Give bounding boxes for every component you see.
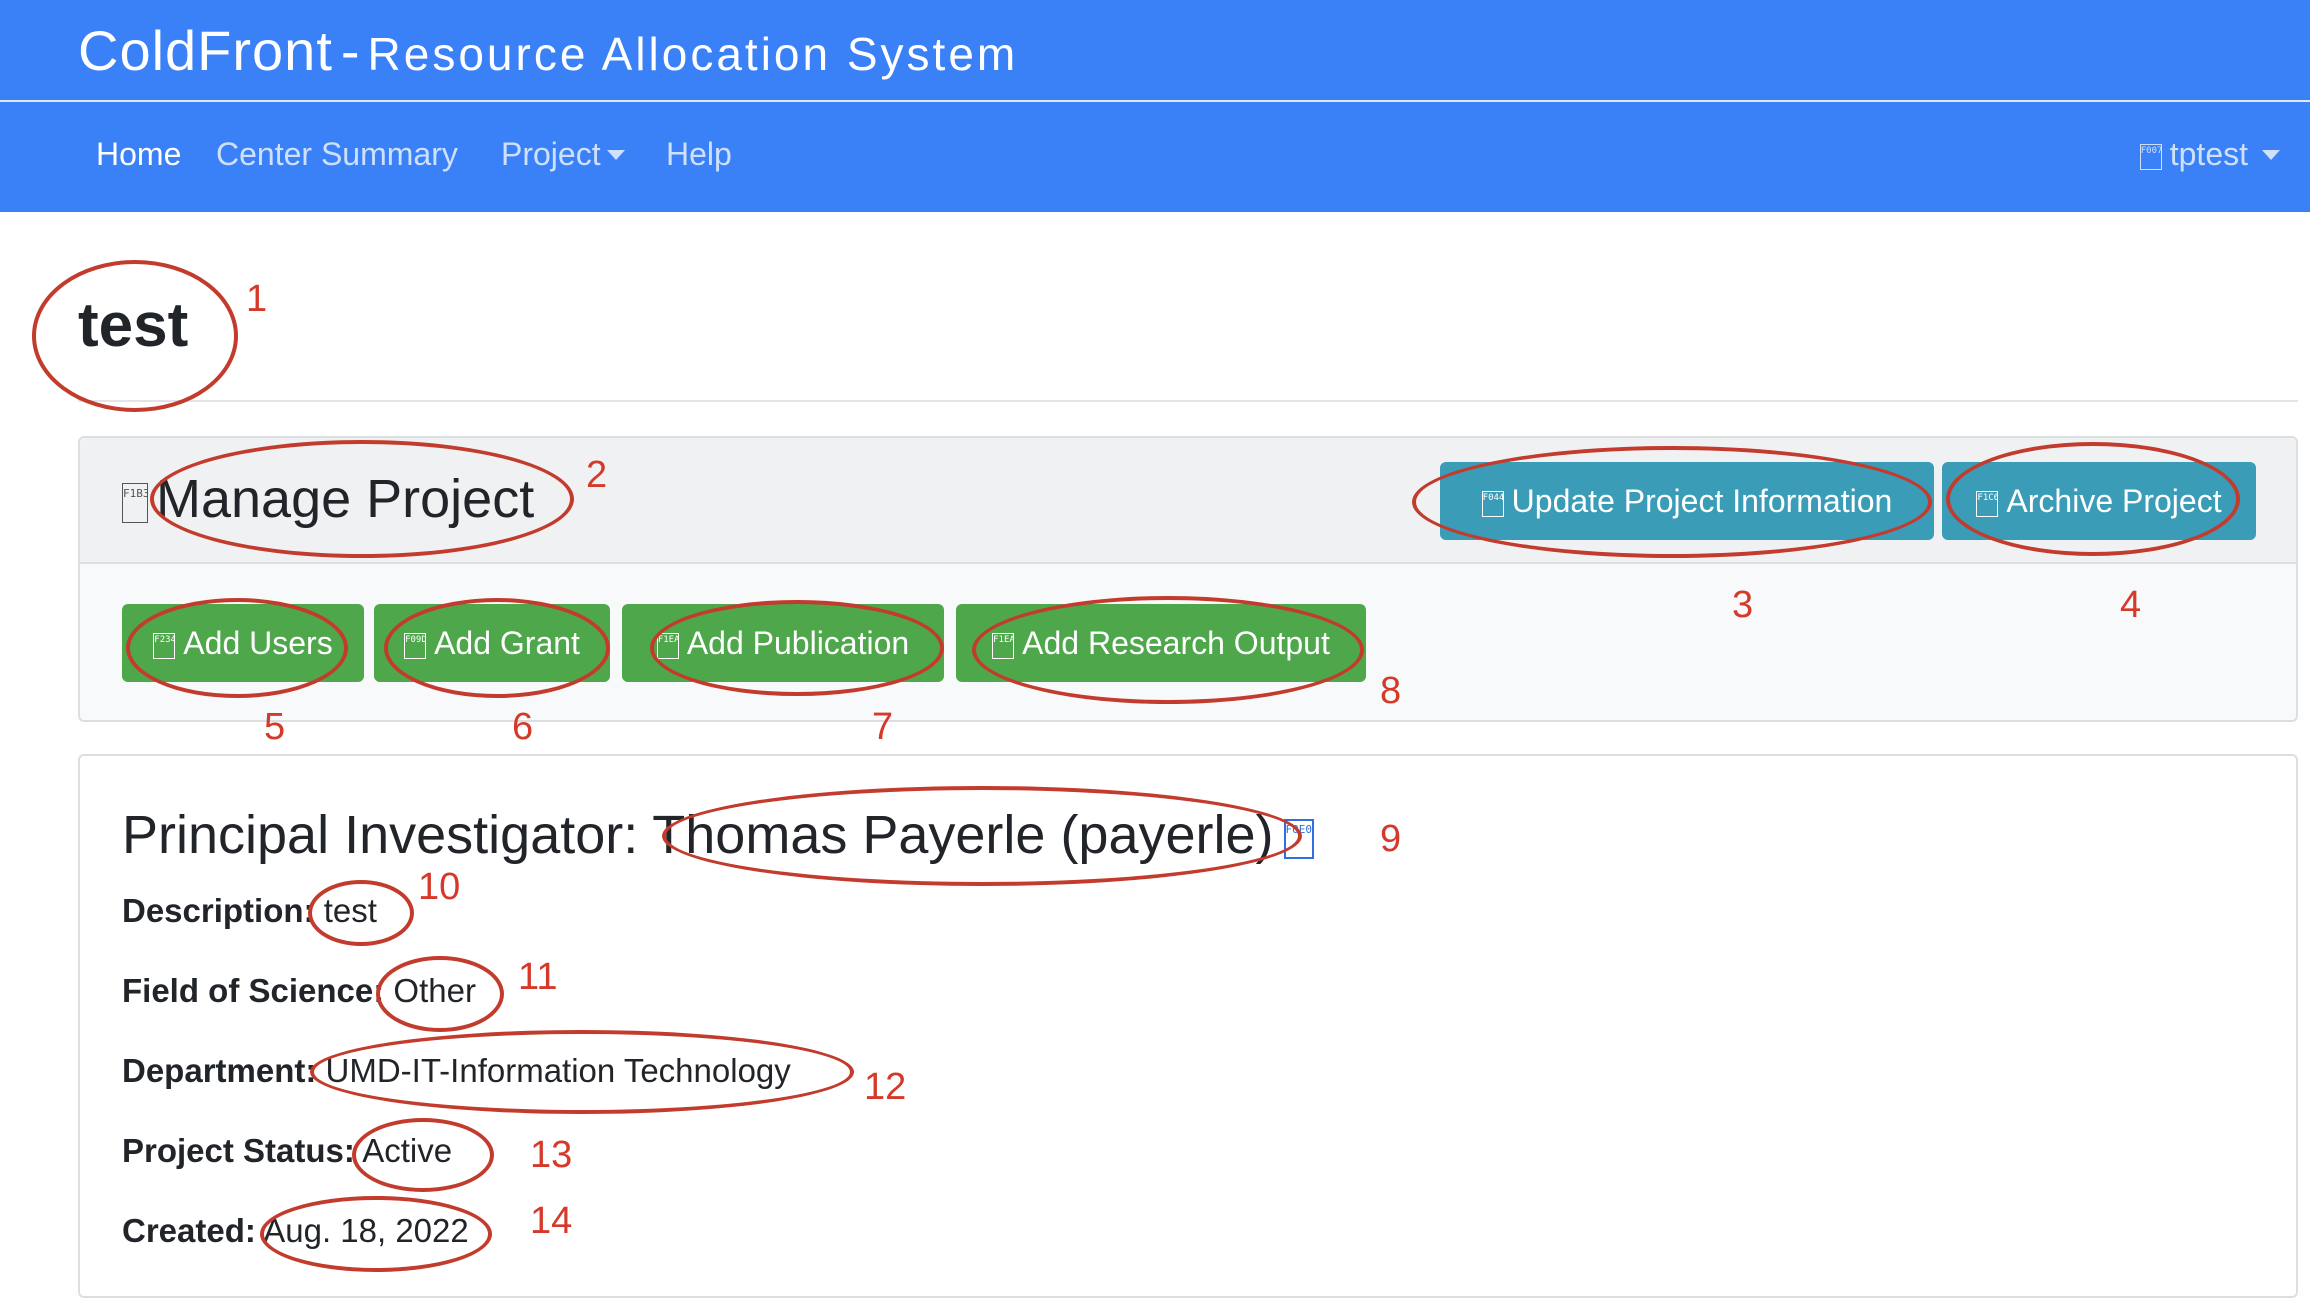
brand-subtitle: Resource Allocation System: [367, 28, 1019, 80]
annotation-number-6: 6: [512, 706, 534, 748]
add-users-label: Add Users: [183, 625, 333, 661]
user-menu-label: tptest: [2169, 136, 2248, 172]
description-label: Description:: [122, 892, 315, 929]
manage-project-label: Manage Project: [156, 469, 535, 529]
chevron-down-icon: [606, 149, 625, 160]
add-publication-button[interactable]: F1EA Add Publication: [622, 604, 944, 682]
pi-name: Thomas Payerle (payerle): [652, 805, 1274, 865]
update-project-label: Update Project Information: [1511, 483, 1893, 519]
pi-label: Principal Investigator:: [122, 805, 639, 865]
update-project-information-button[interactable]: F044 Update Project Information: [1440, 462, 1934, 540]
nav-project-dropdown[interactable]: Project: [501, 136, 625, 173]
nav-project-label: Project: [501, 136, 601, 172]
annotation-number-13: 13: [530, 1134, 573, 1176]
annotation-number-5: 5: [264, 706, 286, 748]
credit-card-icon: F09D: [404, 632, 427, 659]
user-plus-icon: F234: [153, 632, 176, 659]
annotation-number-12: 12: [864, 1066, 907, 1108]
add-grant-label: Add Grant: [434, 625, 580, 661]
navbar: Home Center Summary Project Help F007 tpt…: [0, 102, 2310, 212]
manage-project-title: F1B3 Manage Project: [122, 468, 534, 530]
project-details-card: Principal Investigator: Thomas Payerle (…: [78, 754, 2298, 1298]
page-title: test: [78, 291, 189, 360]
created-label: Created:: [122, 1212, 256, 1249]
created-row: Created: Aug. 18, 2022: [122, 1212, 469, 1250]
annotation-number-2: 2: [586, 454, 608, 496]
add-research-output-button[interactable]: F1EA Add Research Output: [956, 604, 1366, 682]
department-label: Department:: [122, 1052, 317, 1089]
annotation-number-7: 7: [872, 706, 894, 748]
envelope-icon[interactable]: F0E0: [1283, 818, 1314, 859]
nav-home[interactable]: Home: [96, 136, 181, 173]
chevron-down-icon: [2262, 149, 2280, 160]
brand-name: ColdFront: [78, 19, 333, 82]
user-icon: F007: [2139, 143, 2162, 170]
edit-icon: F044: [1481, 490, 1504, 517]
title-divider: [78, 400, 2298, 402]
annotation-number-10: 10: [418, 866, 461, 908]
brand-bar: ColdFront - Resource Allocation System: [0, 0, 2310, 100]
field-of-science-value: Other: [393, 972, 476, 1009]
annotation-number-14: 14: [530, 1200, 573, 1242]
newspaper-icon: F1EA: [992, 632, 1015, 659]
annotation-number-3: 3: [1732, 584, 1754, 626]
field-of-science-row: Field of Science: Other: [122, 972, 476, 1010]
department-row: Department: UMD-IT-Information Technolog…: [122, 1052, 791, 1090]
brand[interactable]: ColdFront - Resource Allocation System: [78, 18, 1018, 83]
project-status-value: Active: [362, 1132, 453, 1169]
add-users-button[interactable]: F234 Add Users: [122, 604, 364, 682]
add-research-output-label: Add Research Output: [1022, 625, 1330, 661]
add-publication-label: Add Publication: [686, 625, 910, 661]
archive-project-label: Archive Project: [2006, 483, 2222, 519]
archive-icon: F1C6: [1976, 490, 1999, 517]
annotation-number-11: 11: [518, 956, 558, 998]
nav-help[interactable]: Help: [666, 136, 732, 173]
brand-dash: -: [340, 19, 360, 82]
description-row: Description: test: [122, 892, 377, 930]
description-value: test: [323, 892, 377, 929]
archive-project-button[interactable]: F1C6 Archive Project: [1942, 462, 2256, 540]
user-menu-dropdown[interactable]: F007 tptest: [2139, 136, 2280, 173]
project-status-label: Project Status:: [122, 1132, 355, 1169]
nav-center-summary[interactable]: Center Summary: [216, 136, 458, 173]
annotation-number-4: 4: [2120, 584, 2142, 626]
principal-investigator-heading: Principal Investigator: Thomas Payerle (…: [122, 804, 1314, 866]
annotation-number-1: 1: [246, 278, 268, 320]
manage-project-header: F1B3 Manage Project F044 Update Project In…: [80, 438, 2296, 564]
field-of-science-label: Field of Science:: [122, 972, 385, 1009]
manage-project-card: F1B3 Manage Project F044 Update Project In…: [78, 436, 2298, 722]
cubes-icon: F1B3: [122, 482, 148, 523]
annotation-number-8: 8: [1380, 670, 1402, 712]
annotation-number-9: 9: [1380, 818, 1402, 860]
department-value: UMD-IT-Information Technology: [325, 1052, 791, 1089]
newspaper-icon: F1EA: [656, 632, 679, 659]
add-grant-button[interactable]: F09D Add Grant: [374, 604, 610, 682]
created-value: Aug. 18, 2022: [263, 1212, 469, 1249]
project-status-row: Project Status: Active: [122, 1132, 452, 1170]
